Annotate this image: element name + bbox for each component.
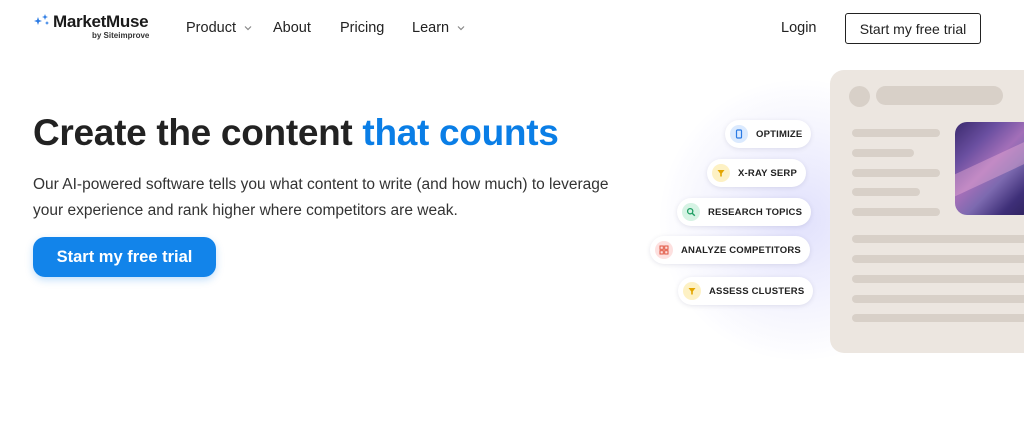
- feature-label: OPTIMIZE: [756, 128, 803, 140]
- doc-line: [852, 149, 914, 157]
- doc-line: [852, 295, 1024, 303]
- chevron-down-icon: [244, 26, 252, 31]
- nav-item-pricing[interactable]: Pricing: [340, 20, 384, 36]
- brand-byline: by Siteimprove: [92, 31, 150, 40]
- feature-pill-research-topics: RESEARCH TOPICS: [677, 198, 812, 226]
- doc-line: [852, 188, 920, 196]
- doc-line: [852, 129, 940, 137]
- login-link[interactable]: Login: [781, 20, 816, 36]
- doc-avatar-placeholder: [849, 86, 870, 107]
- feature-label: ANALYZE COMPETITORS: [681, 244, 801, 256]
- document-icon: [730, 125, 748, 143]
- doc-line: [852, 314, 1024, 322]
- feature-label: ASSESS CLUSTERS: [709, 285, 805, 297]
- cluster-icon: [683, 282, 701, 300]
- doc-title-placeholder: [876, 86, 1003, 105]
- headline-accent-text: that counts: [362, 112, 559, 153]
- feature-label: RESEARCH TOPICS: [708, 206, 803, 218]
- hero-subtext: Our AI-powered software tells you what c…: [33, 176, 609, 219]
- magnifier-icon: [682, 203, 700, 221]
- doc-line: [852, 235, 1024, 243]
- doc-line: [852, 208, 940, 216]
- grid-icon: [655, 241, 673, 259]
- brand-name: MarketMuse: [53, 12, 149, 31]
- doc-image-placeholder: [955, 122, 1024, 215]
- top-navigation: MarketMuse by Siteimprove Product About …: [0, 0, 1024, 58]
- hero-headline: Create the content that counts: [33, 112, 559, 154]
- feature-pill-analyze-competitors: ANALYZE COMPETITORS: [650, 236, 810, 264]
- nav-item-label: Pricing: [340, 20, 385, 36]
- hero-start-trial-button[interactable]: Start my free trial: [33, 237, 216, 277]
- doc-line: [852, 255, 1024, 263]
- feature-pill-xray-serp: X-RAY SERP: [707, 159, 807, 187]
- funnel-icon: [712, 164, 730, 182]
- nav-item-learn[interactable]: Learn: [412, 20, 466, 36]
- chevron-down-icon: [457, 26, 465, 31]
- headline-text: Create the content: [33, 112, 363, 153]
- nav-item-product[interactable]: Product: [186, 20, 253, 36]
- feature-pill-assess-clusters: ASSESS CLUSTERS: [678, 277, 814, 305]
- nav-item-label: About: [273, 20, 311, 36]
- sparkle-icon: [34, 14, 49, 25]
- nav-item-label: Learn: [412, 20, 450, 36]
- nav-start-trial-button[interactable]: Start my free trial: [845, 13, 981, 44]
- nav-item-label: Product: [186, 20, 236, 36]
- doc-line: [852, 275, 1024, 283]
- nav-item-about[interactable]: About: [273, 20, 311, 36]
- feature-label: X-RAY SERP: [738, 167, 798, 179]
- feature-pill-optimize: OPTIMIZE: [725, 120, 812, 148]
- doc-line: [852, 169, 940, 177]
